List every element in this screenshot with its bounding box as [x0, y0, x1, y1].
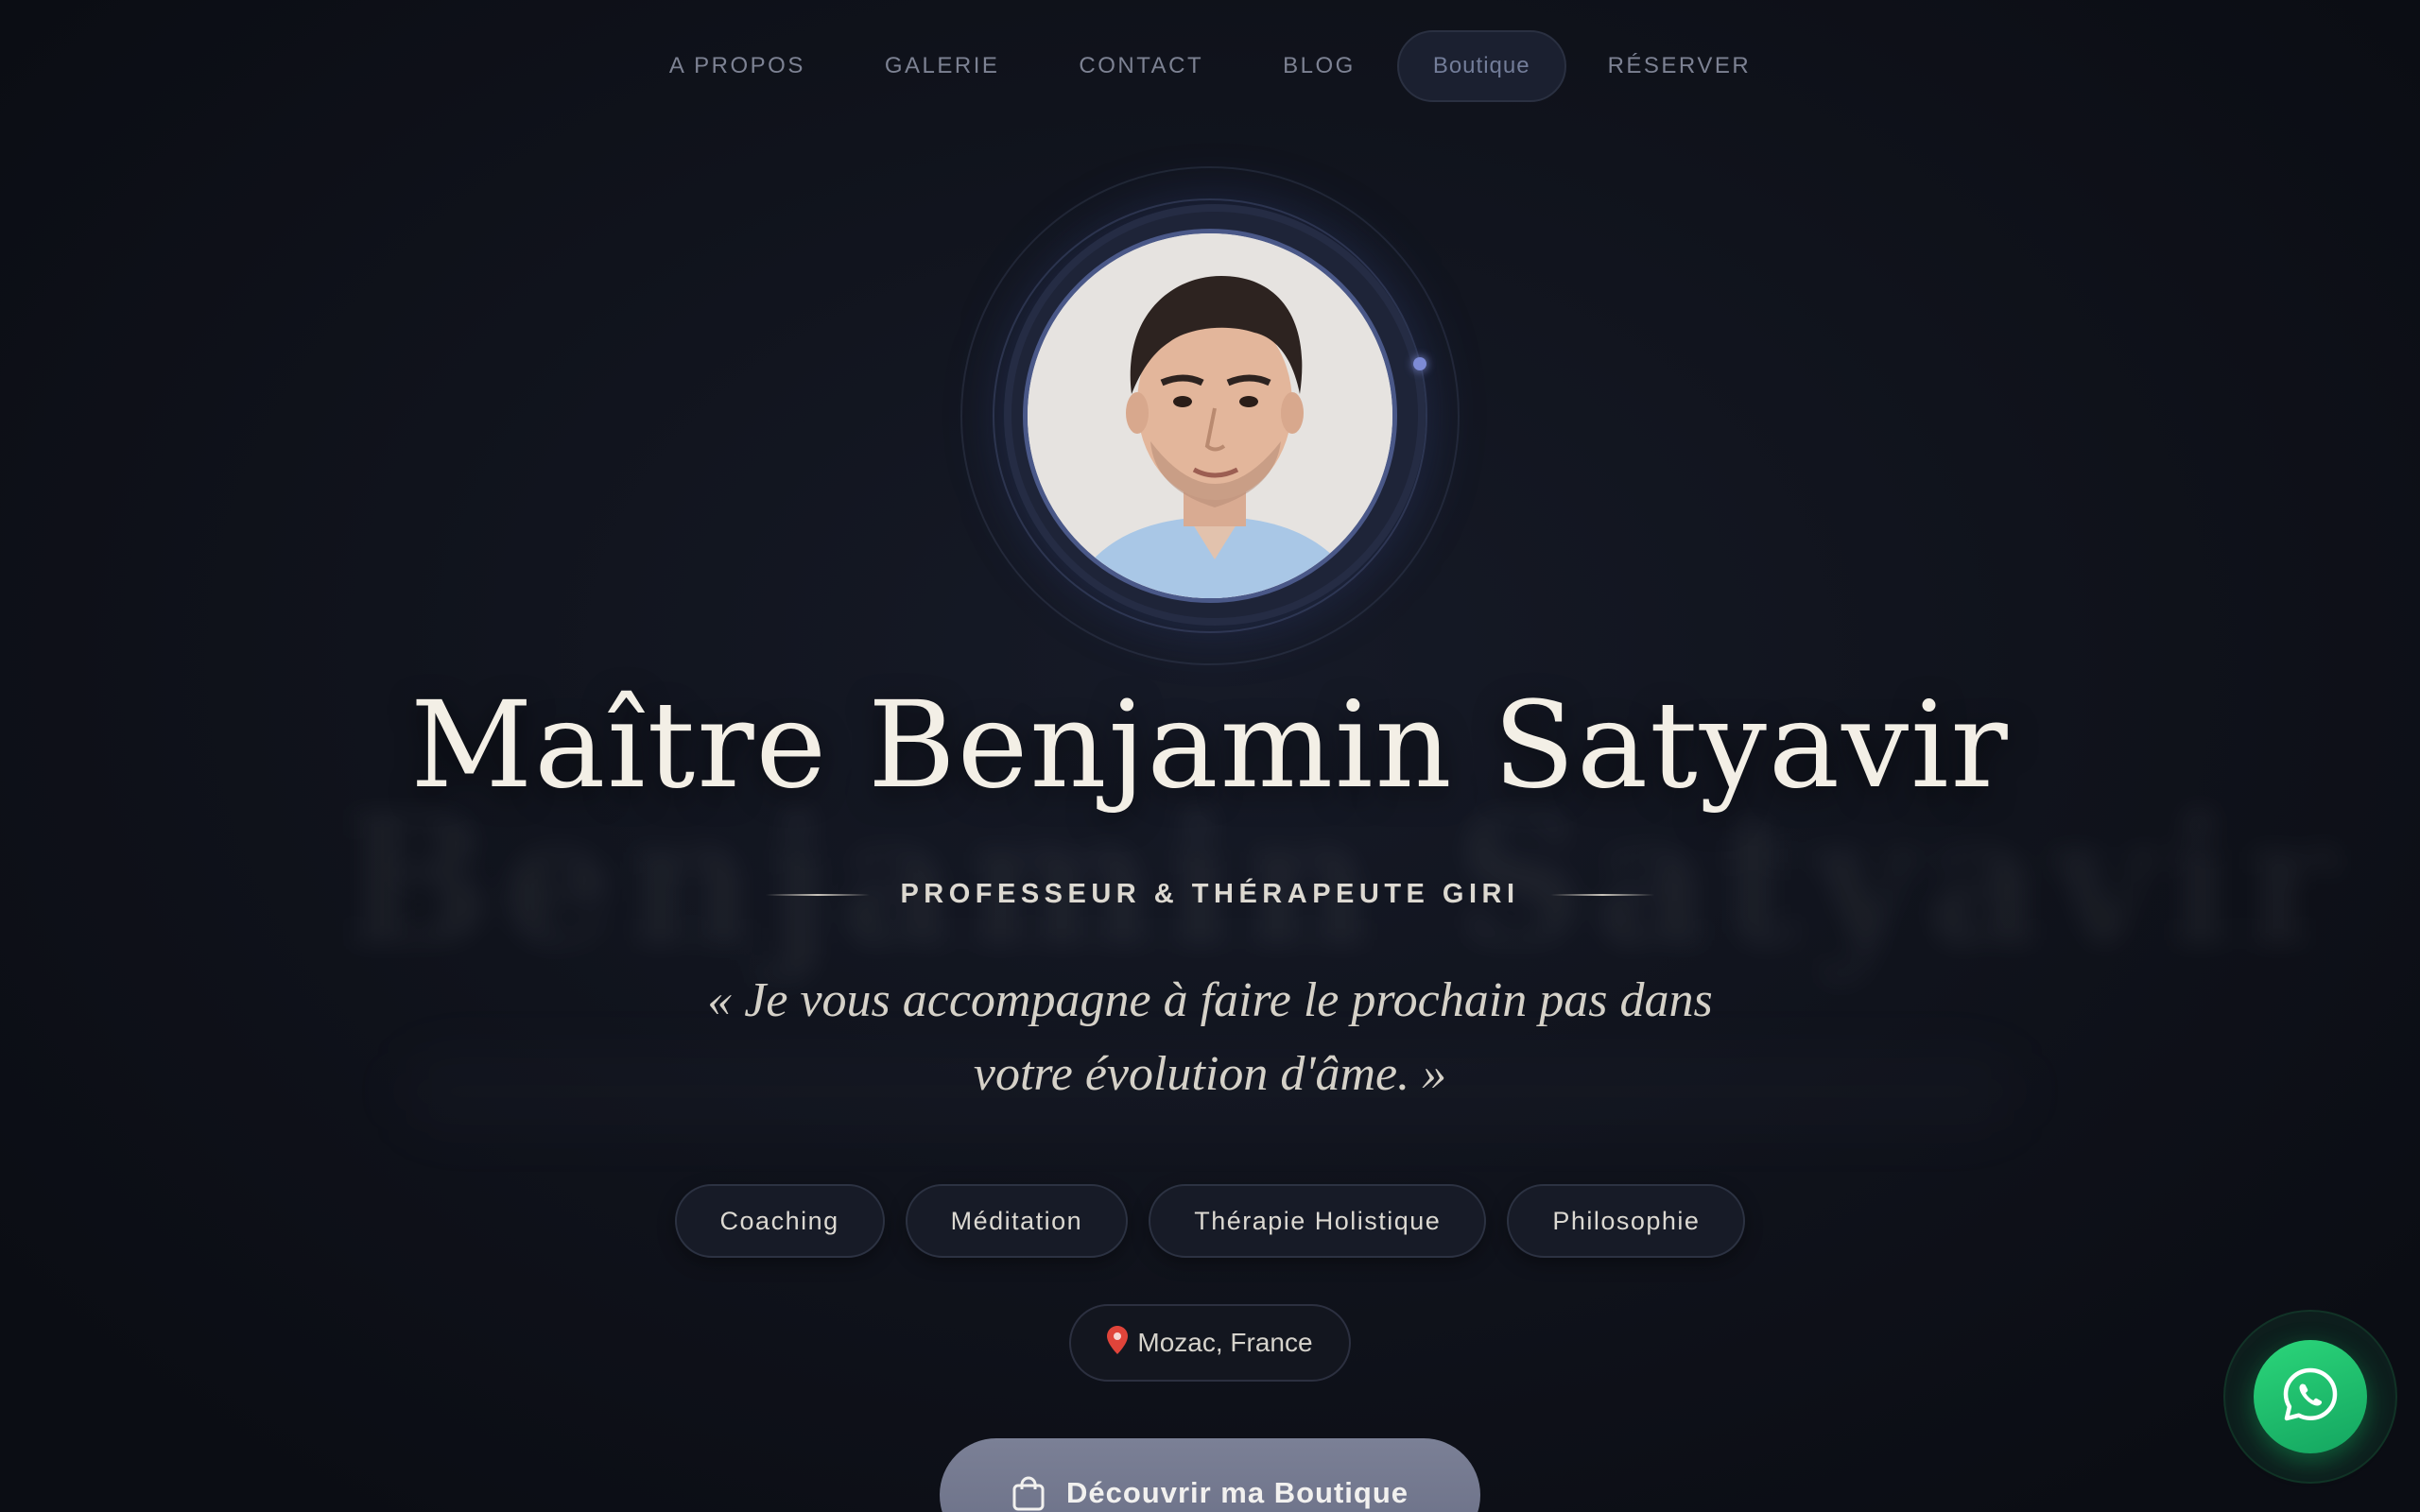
portrait-photo	[1028, 233, 1392, 598]
whatsapp-icon	[2281, 1366, 2340, 1429]
nav-item-boutique[interactable]: Boutique	[1396, 30, 1566, 102]
ring-accent-dot	[1413, 357, 1426, 370]
pin-icon	[1107, 1325, 1129, 1361]
shop-cta-label: Découvrir ma Boutique	[1065, 1476, 1409, 1509]
page: Benjamin Satyavir A PROPOS GALERIE CONTA…	[0, 0, 2420, 1512]
tag-therapie-holistique[interactable]: Thérapie Holistique	[1149, 1184, 1487, 1258]
subtitle-divider-right	[1549, 893, 1654, 896]
whatsapp-button[interactable]	[2254, 1340, 2367, 1453]
location-text: Mozac, France	[1137, 1328, 1313, 1357]
tag-coaching[interactable]: Coaching	[674, 1184, 885, 1258]
quote: « Je vous accompagne à faire le prochain…	[0, 964, 2420, 1111]
nav-item-galerie[interactable]: GALERIE	[845, 53, 1040, 79]
nav-item-reserver[interactable]: RÉSERVER	[1568, 53, 1791, 79]
nav-item-a-propos[interactable]: A PROPOS	[630, 53, 845, 79]
tag-philosophie[interactable]: Philosophie	[1507, 1184, 1746, 1258]
tag-meditation[interactable]: Méditation	[905, 1184, 1129, 1258]
nav-item-blog[interactable]: BLOG	[1243, 53, 1395, 79]
shopping-bag-icon	[1011, 1476, 1046, 1512]
subtitle-divider-left	[766, 893, 871, 896]
tag-list: Coaching Méditation Thérapie Holistique …	[0, 1184, 2420, 1258]
page-title: Maître Benjamin Satyavir	[410, 676, 2010, 815]
shop-cta-button[interactable]: Découvrir ma Boutique	[940, 1438, 1480, 1512]
top-nav: A PROPOS GALERIE CONTACT BLOG Boutique R…	[0, 28, 2420, 104]
quote-line-1: « Je vous accompagne à faire le prochain…	[707, 973, 1713, 1027]
quote-line-2: votre évolution d'âme. »	[973, 1047, 1447, 1101]
location-badge: Mozac, France	[1069, 1304, 1351, 1382]
subtitle: PROFESSEUR & THÉRAPEUTE GIRI	[900, 879, 1520, 909]
avatar	[1023, 229, 1397, 603]
subtitle-row: PROFESSEUR & THÉRAPEUTE GIRI	[0, 879, 2420, 910]
nav-item-contact[interactable]: CONTACT	[1039, 53, 1243, 79]
